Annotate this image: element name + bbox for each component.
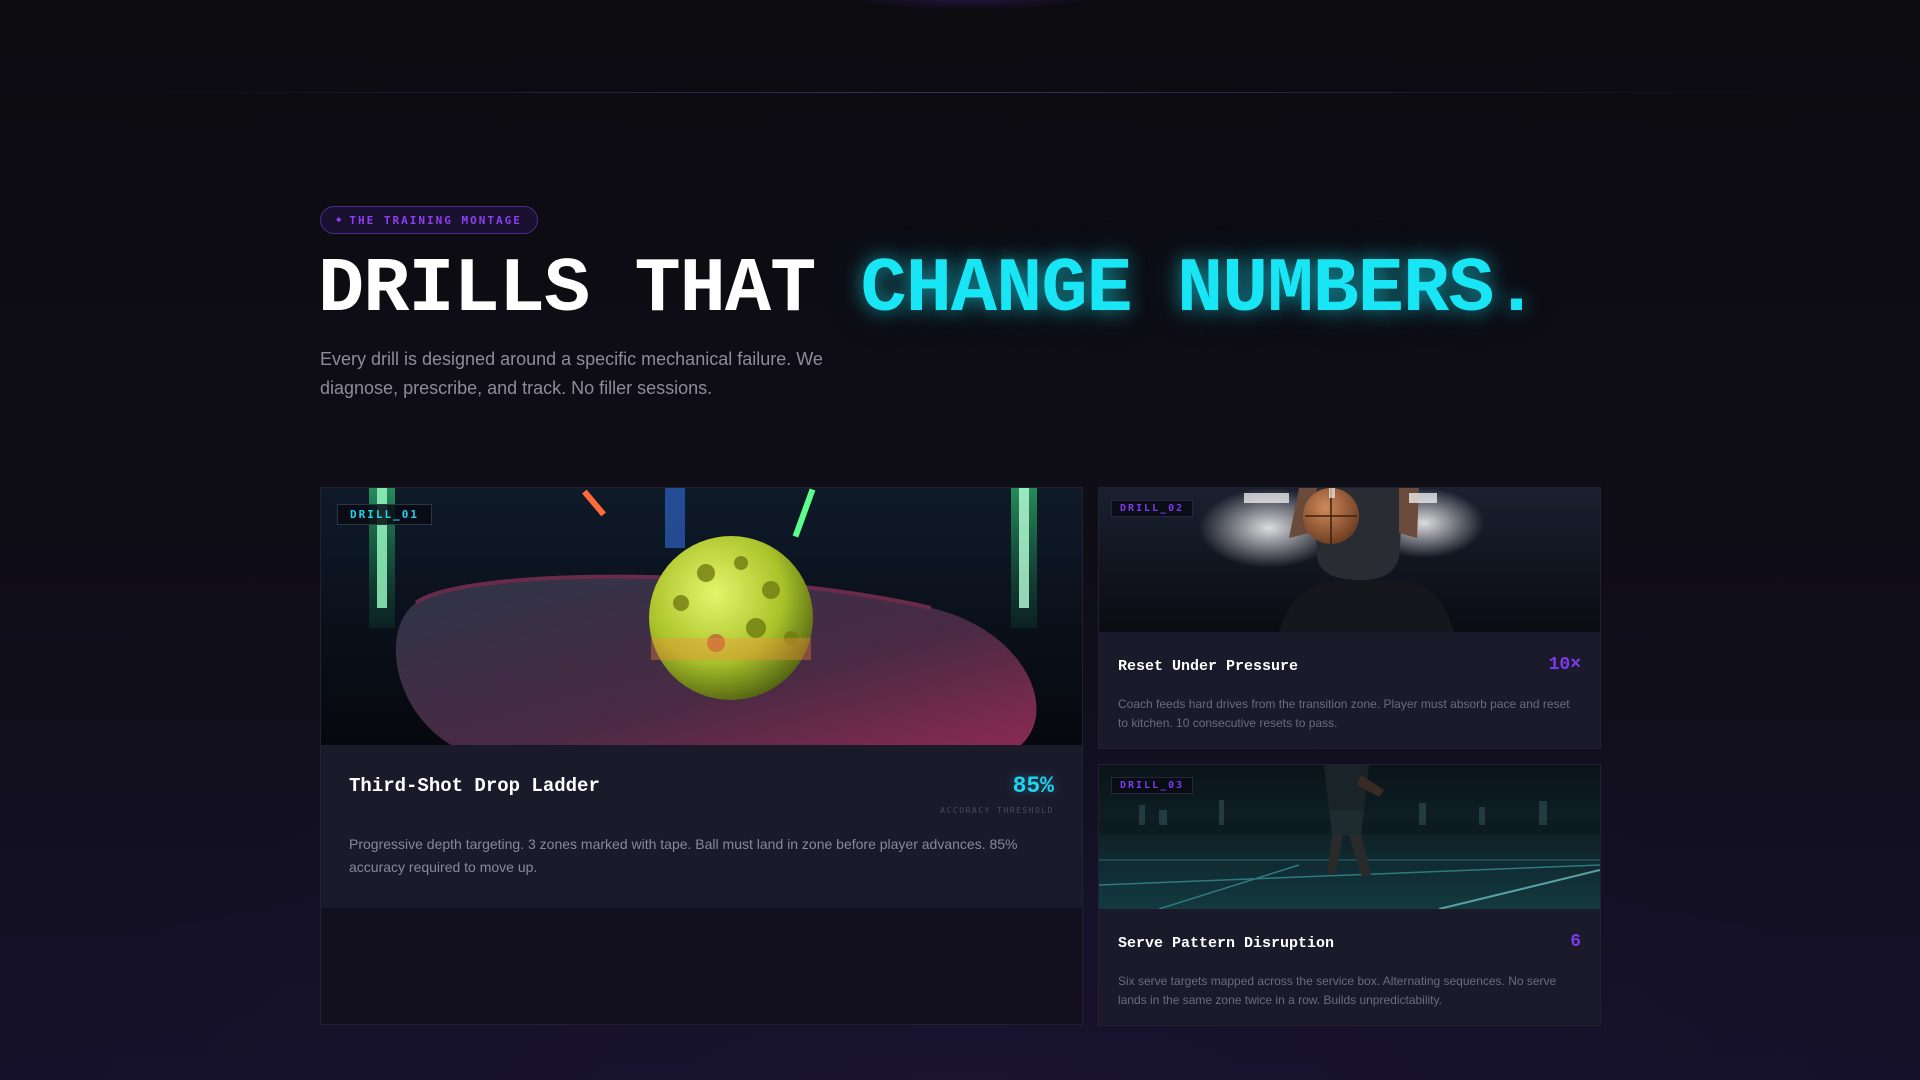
drill-card-3[interactable]: DRILL_03 Serve Pattern Disruption 6 Six … <box>1098 764 1601 1026</box>
drill-card-2-body: Reset Under Pressure 10× Coach feeds har… <box>1099 632 1600 747</box>
drill-metric: 6 <box>1570 932 1581 952</box>
drill-title: Serve Pattern Disruption <box>1118 935 1335 952</box>
drill-1-illustration <box>321 488 1082 745</box>
top-glow <box>820 0 1120 10</box>
athlete-holding-ball-image: DRILL_02 <box>1099 488 1600 632</box>
drill-metric: 10× <box>1548 655 1581 675</box>
drill-card-3-body: Serve Pattern Disruption 6 Six serve tar… <box>1099 909 1600 1024</box>
drill-title: Third-Shot Drop Ladder <box>349 775 600 797</box>
sparkle-icon: ◆ <box>336 215 344 225</box>
header-divider <box>120 92 1800 93</box>
drill-id-badge: DRILL_02 <box>1111 500 1194 517</box>
section-tag-label: THE TRAINING MONTAGE <box>349 213 522 227</box>
page-title: DRILLS THAT CHANGE NUMBERS. <box>318 246 1540 336</box>
section-tag: ◆ THE TRAINING MONTAGE <box>320 206 538 234</box>
drill-description: Progressive depth targeting. 3 zones mar… <box>349 836 1018 875</box>
drill-card-2[interactable]: DRILL_02 Reset Under Pressure 10× Coach … <box>1098 487 1601 749</box>
pickleball-paddle-ball-image: DRILL_01 <box>321 488 1082 745</box>
drill-description: Coach feeds hard drives from the transit… <box>1118 697 1570 730</box>
section-intro: Every drill is designed around a specifi… <box>320 349 823 398</box>
headline-accent: CHANGE NUMBERS. <box>860 247 1540 334</box>
drill-card-1-body: Third-Shot Drop Ladder 85% ACCURACY THRE… <box>321 745 1082 908</box>
drill-metric: 85% <box>1012 773 1054 799</box>
drill-card-1[interactable]: DRILL_01 Third-Shot Drop Ladder 85% ACCU… <box>320 487 1083 1025</box>
drill-metric-caption: ACCURACY THRESHOLD <box>940 806 1054 815</box>
drill-title: Reset Under Pressure <box>1118 658 1299 675</box>
drill-description: Six serve targets mapped across the serv… <box>1118 974 1557 1007</box>
drill-id-badge: DRILL_01 <box>337 504 432 525</box>
drill-id-badge: DRILL_03 <box>1111 777 1194 794</box>
athlete-on-court-night-image: DRILL_03 <box>1099 765 1600 909</box>
headline-plain: DRILLS THAT <box>318 247 861 334</box>
